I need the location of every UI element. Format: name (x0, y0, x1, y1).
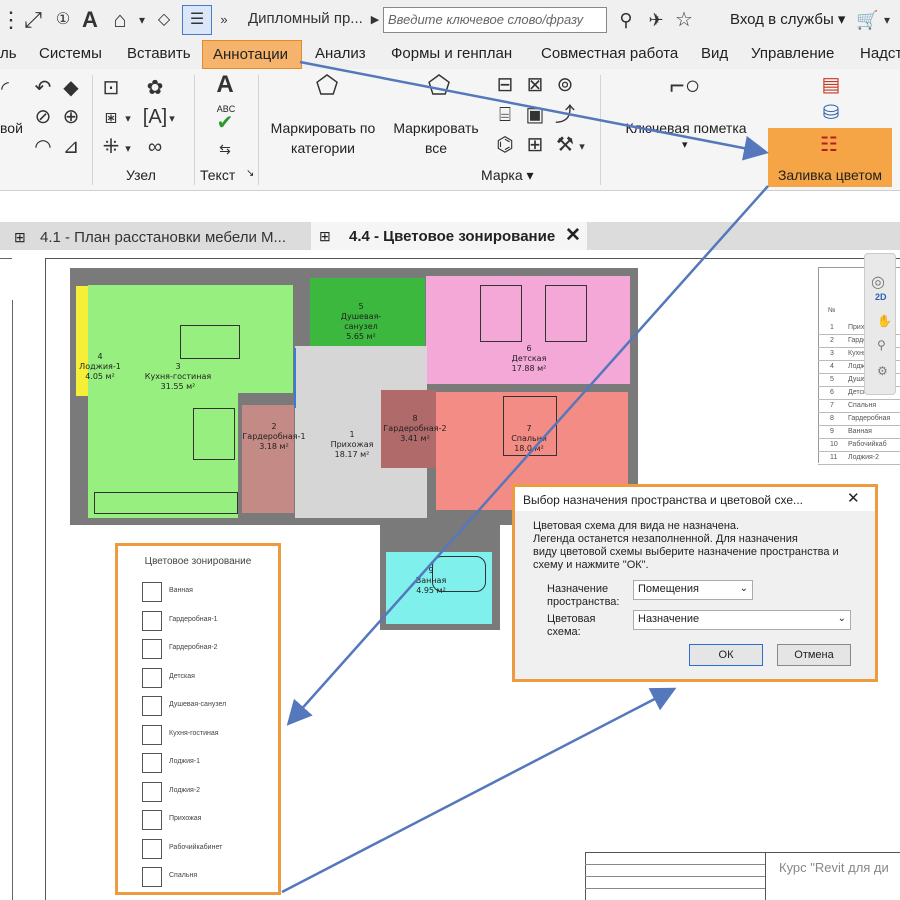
arrow-button-to-legend (286, 185, 769, 726)
arrow-tab-to-button (299, 60, 769, 161)
arrow-legend-to-dialog (281, 687, 677, 894)
annotation-arrows (281, 60, 769, 894)
